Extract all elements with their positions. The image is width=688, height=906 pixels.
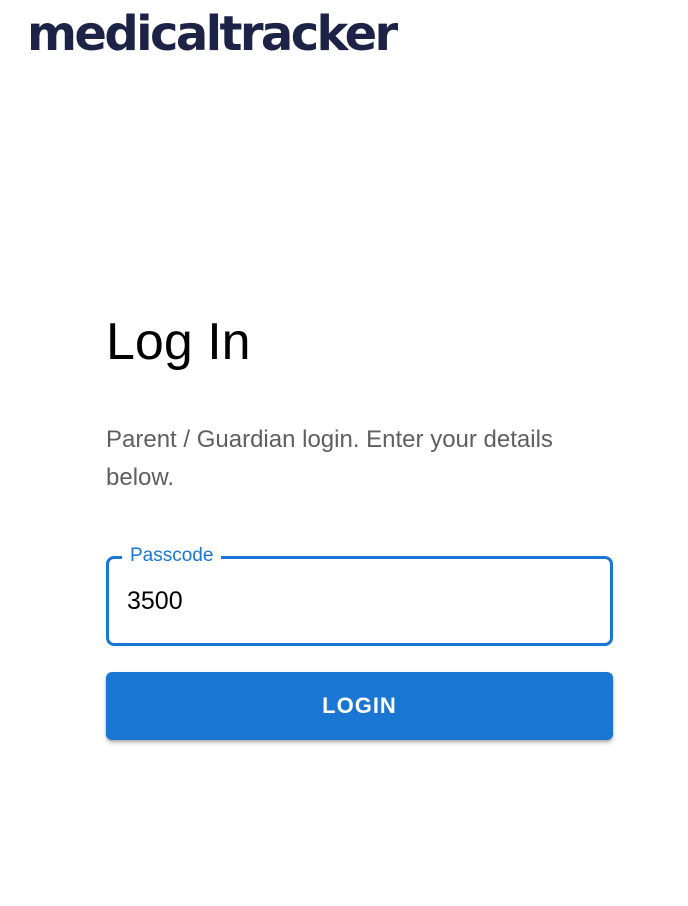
passcode-label: Passcode (122, 544, 222, 568)
login-button[interactable]: LOGIN (106, 672, 613, 740)
login-page: { "brand": { "logo_text": "medicaltracke… (0, 0, 688, 906)
medicaltracker-logo: medicaltracker (27, 6, 398, 62)
passcode-field[interactable]: Passcode (106, 544, 613, 646)
login-instructions: Parent / Guardian login. Enter your deta… (106, 426, 553, 491)
passcode-input[interactable] (127, 581, 587, 621)
page-title: Log In (106, 313, 251, 371)
